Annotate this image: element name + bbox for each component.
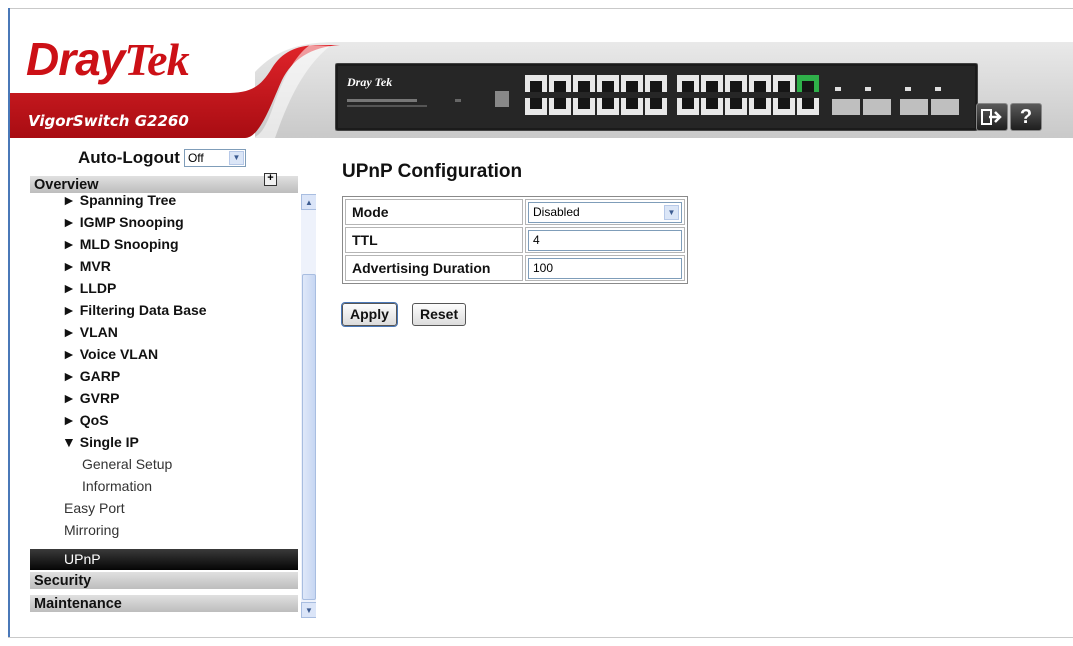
auto-logout-label: Auto-Logout bbox=[78, 148, 180, 167]
sidebar-item-lldp[interactable]: ► LLDP bbox=[62, 280, 116, 296]
auto-logout-value: Off bbox=[187, 151, 204, 165]
switch-front-panel-image: Dray Tek bbox=[335, 63, 978, 131]
model-name: VigorSwitch G2260 bbox=[28, 112, 189, 130]
ttl-label: TTL bbox=[345, 227, 523, 253]
page-title: UPnP Configuration bbox=[342, 161, 523, 182]
sidebar-item-garp[interactable]: ► GARP bbox=[62, 368, 120, 384]
sidebar-item-vlan[interactable]: ► VLAN bbox=[62, 324, 118, 340]
table-row: TTL 4 bbox=[345, 227, 685, 253]
expand-plus-icon[interactable]: + bbox=[264, 173, 277, 186]
table-row: Advertising Duration 100 bbox=[345, 255, 685, 281]
mode-cell: Disabled ▼ bbox=[525, 199, 685, 225]
sidebar-item-upnp[interactable]: UPnP bbox=[30, 549, 298, 570]
sidebar-item-mirroring[interactable]: Mirroring bbox=[64, 522, 119, 538]
help-icon: ? bbox=[1019, 105, 1033, 128]
draytek-logo: DrayTek bbox=[26, 32, 190, 86]
sidebar: Auto-Logout Off ▼ Overview + ► Spanning … bbox=[30, 140, 316, 618]
mode-select[interactable]: Disabled ▼ bbox=[528, 201, 682, 223]
sidebar-item-igmp-snooping[interactable]: ► IGMP Snooping bbox=[62, 214, 184, 230]
advertising-duration-input[interactable]: 100 bbox=[528, 257, 682, 279]
sidebar-item-gvrp[interactable]: ► GVRP bbox=[62, 390, 119, 406]
help-button[interactable]: ? bbox=[1010, 103, 1042, 131]
advertising-duration-cell: 100 bbox=[525, 255, 685, 281]
chevron-down-icon: ▼ bbox=[664, 204, 679, 220]
sidebar-item-mld-snooping[interactable]: ► MLD Snooping bbox=[62, 236, 179, 252]
sidebar-item-mvr[interactable]: ► MVR bbox=[62, 258, 111, 274]
logout-arrow-icon bbox=[981, 109, 1002, 125]
reset-button[interactable]: Reset bbox=[412, 303, 467, 326]
logout-button[interactable] bbox=[976, 103, 1008, 131]
chevron-down-icon: ▼ bbox=[228, 151, 244, 165]
advertising-duration-label: Advertising Duration bbox=[345, 255, 523, 281]
ttl-cell: 4 bbox=[525, 227, 685, 253]
sidebar-item-spanning-tree[interactable]: ► Spanning Tree bbox=[62, 192, 176, 208]
sidebar-item-general-setup[interactable]: General Setup bbox=[82, 456, 172, 472]
apply-button[interactable]: Apply bbox=[341, 302, 398, 327]
sidebar-item-information[interactable]: Information bbox=[82, 478, 152, 494]
sidebar-scrollbar[interactable]: ▲ ▼ bbox=[301, 194, 316, 618]
sidebar-item-qos[interactable]: ► QoS bbox=[62, 412, 109, 428]
main-content: UPnP Configuration Mode Disabled ▼ TTL 4… bbox=[324, 140, 1054, 618]
sidebar-item-filtering-data-base[interactable]: ► Filtering Data Base bbox=[62, 302, 207, 318]
mode-label: Mode bbox=[345, 199, 523, 225]
nav-group-overview[interactable]: Overview bbox=[30, 176, 298, 193]
mode-value: Disabled bbox=[533, 204, 580, 219]
ttl-input[interactable]: 4 bbox=[528, 229, 682, 251]
scrollbar-thumb[interactable] bbox=[302, 274, 316, 600]
auto-logout-select[interactable]: Off ▼ bbox=[183, 149, 246, 167]
auto-logout-control: Auto-Logout Off ▼ bbox=[78, 148, 246, 168]
svg-text:Dray Tek: Dray Tek bbox=[346, 75, 392, 89]
sidebar-item-easy-port[interactable]: Easy Port bbox=[64, 500, 125, 516]
window-top-border bbox=[8, 8, 1073, 9]
logo-dray: Dray bbox=[26, 33, 125, 85]
table-row: Mode Disabled ▼ bbox=[345, 199, 685, 225]
logo-tek: Tek bbox=[124, 34, 189, 85]
nav-group-maintenance[interactable]: Maintenance bbox=[30, 595, 298, 612]
window-bottom-border bbox=[8, 637, 1073, 638]
sidebar-item-voice-vlan[interactable]: ► Voice VLAN bbox=[62, 346, 158, 362]
nav-group-security[interactable]: Security bbox=[30, 572, 298, 589]
header-banner: DrayTek VigorSwitch G2260 Dray Tek ? bbox=[10, 10, 1073, 138]
scroll-down-icon[interactable]: ▼ bbox=[301, 602, 316, 618]
sidebar-item-single-ip[interactable]: ▼ Single IP bbox=[62, 434, 139, 450]
upnp-config-table: Mode Disabled ▼ TTL 4 Advertising Durati… bbox=[342, 196, 688, 284]
scroll-up-icon[interactable]: ▲ bbox=[301, 194, 316, 210]
